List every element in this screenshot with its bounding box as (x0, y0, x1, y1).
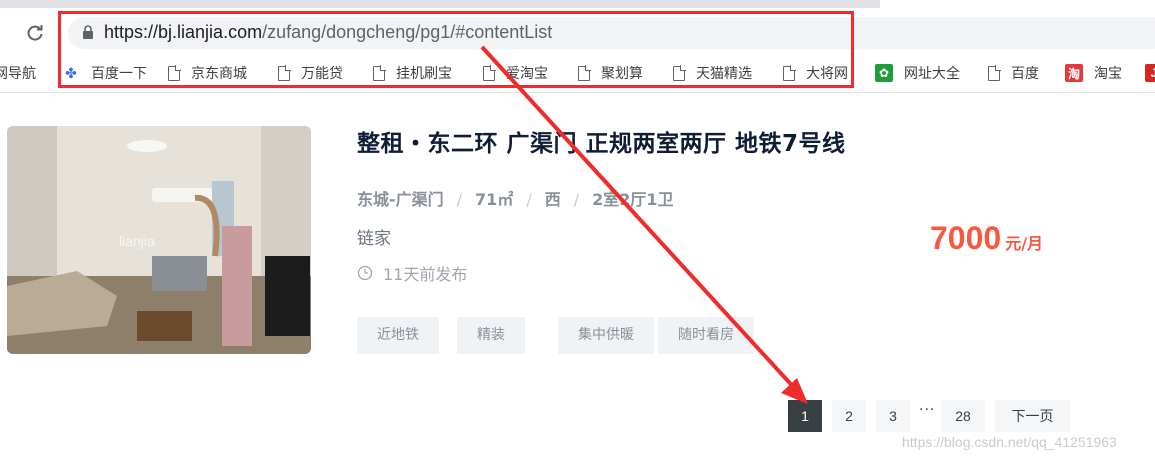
tag: 随时看房 (658, 317, 754, 354)
page-link-1[interactable]: 1 (788, 400, 822, 432)
page-link-2[interactable]: 2 (832, 400, 866, 432)
price-unit: 元/月 (1005, 234, 1044, 253)
bookmark-item[interactable]: 淘 淘宝 (1065, 60, 1122, 86)
green-square-icon: ✿ (875, 64, 893, 82)
bookmark-item[interactable]: J (1145, 60, 1155, 86)
annotation-highlight-box (58, 11, 854, 88)
listing-image[interactable]: lianjia (7, 126, 311, 354)
price-value: 7000 (930, 220, 1002, 256)
bookmark-label: 网导航 (0, 65, 36, 81)
listing-area: 71㎡ (475, 190, 514, 209)
clock-icon (357, 265, 373, 281)
csdn-watermark: https://blog.csdn.net/qq_41251963 (902, 434, 1117, 450)
page-link-3[interactable]: 3 (876, 400, 910, 432)
pagination-ellipsis: ··· (919, 402, 936, 418)
bookmark-item[interactable]: 百度 (988, 60, 1039, 86)
listing-orientation: 西 (544, 190, 561, 209)
bookmark-item[interactable]: ✿ 网址大全 (875, 60, 960, 86)
bookmark-label: 网址大全 (904, 65, 960, 81)
published-text: 11天前发布 (383, 265, 468, 284)
bookmark-item[interactable]: 网导航 (0, 60, 36, 86)
separator: / (456, 190, 463, 209)
next-page-button[interactable]: 下一页 (995, 400, 1070, 432)
bookmark-label: 淘宝 (1094, 65, 1122, 81)
tag: 集中供暖 (558, 317, 654, 354)
room-photo: lianjia (7, 126, 311, 354)
listing-layout: 2室2厅1卫 (592, 190, 674, 209)
separator: / (526, 190, 532, 209)
separator: / (573, 190, 580, 209)
image-watermark: lianjia (119, 233, 155, 249)
listing-title[interactable]: 整租・东二环 广渠门 正规两室两厅 地铁7号线 (357, 124, 846, 158)
reload-button[interactable] (22, 20, 48, 46)
tab-strip-active (880, 0, 1155, 8)
listing-price: 7000 元/月 (930, 220, 1043, 257)
browser-chrome: https://bj.lianjia.com/zufang/dongcheng/… (0, 0, 1155, 93)
listing-published: 11天前发布 (357, 261, 467, 285)
reload-icon (27, 25, 43, 41)
listing-brand: 链家 (357, 229, 391, 249)
taobao-icon: 淘 (1065, 64, 1083, 82)
red-favicon-icon: J (1145, 64, 1155, 82)
page-icon (988, 64, 1001, 81)
page-link-28[interactable]: 28 (941, 400, 985, 432)
listing-district[interactable]: 东城-广渠门 (357, 190, 444, 209)
tag: 精装 (457, 317, 525, 354)
listing-meta: 东城-广渠门 / 71㎡ / 西 / 2室2厅1卫 (357, 186, 674, 210)
tag: 近地铁 (357, 317, 439, 354)
bookmark-label: 百度 (1011, 65, 1039, 81)
